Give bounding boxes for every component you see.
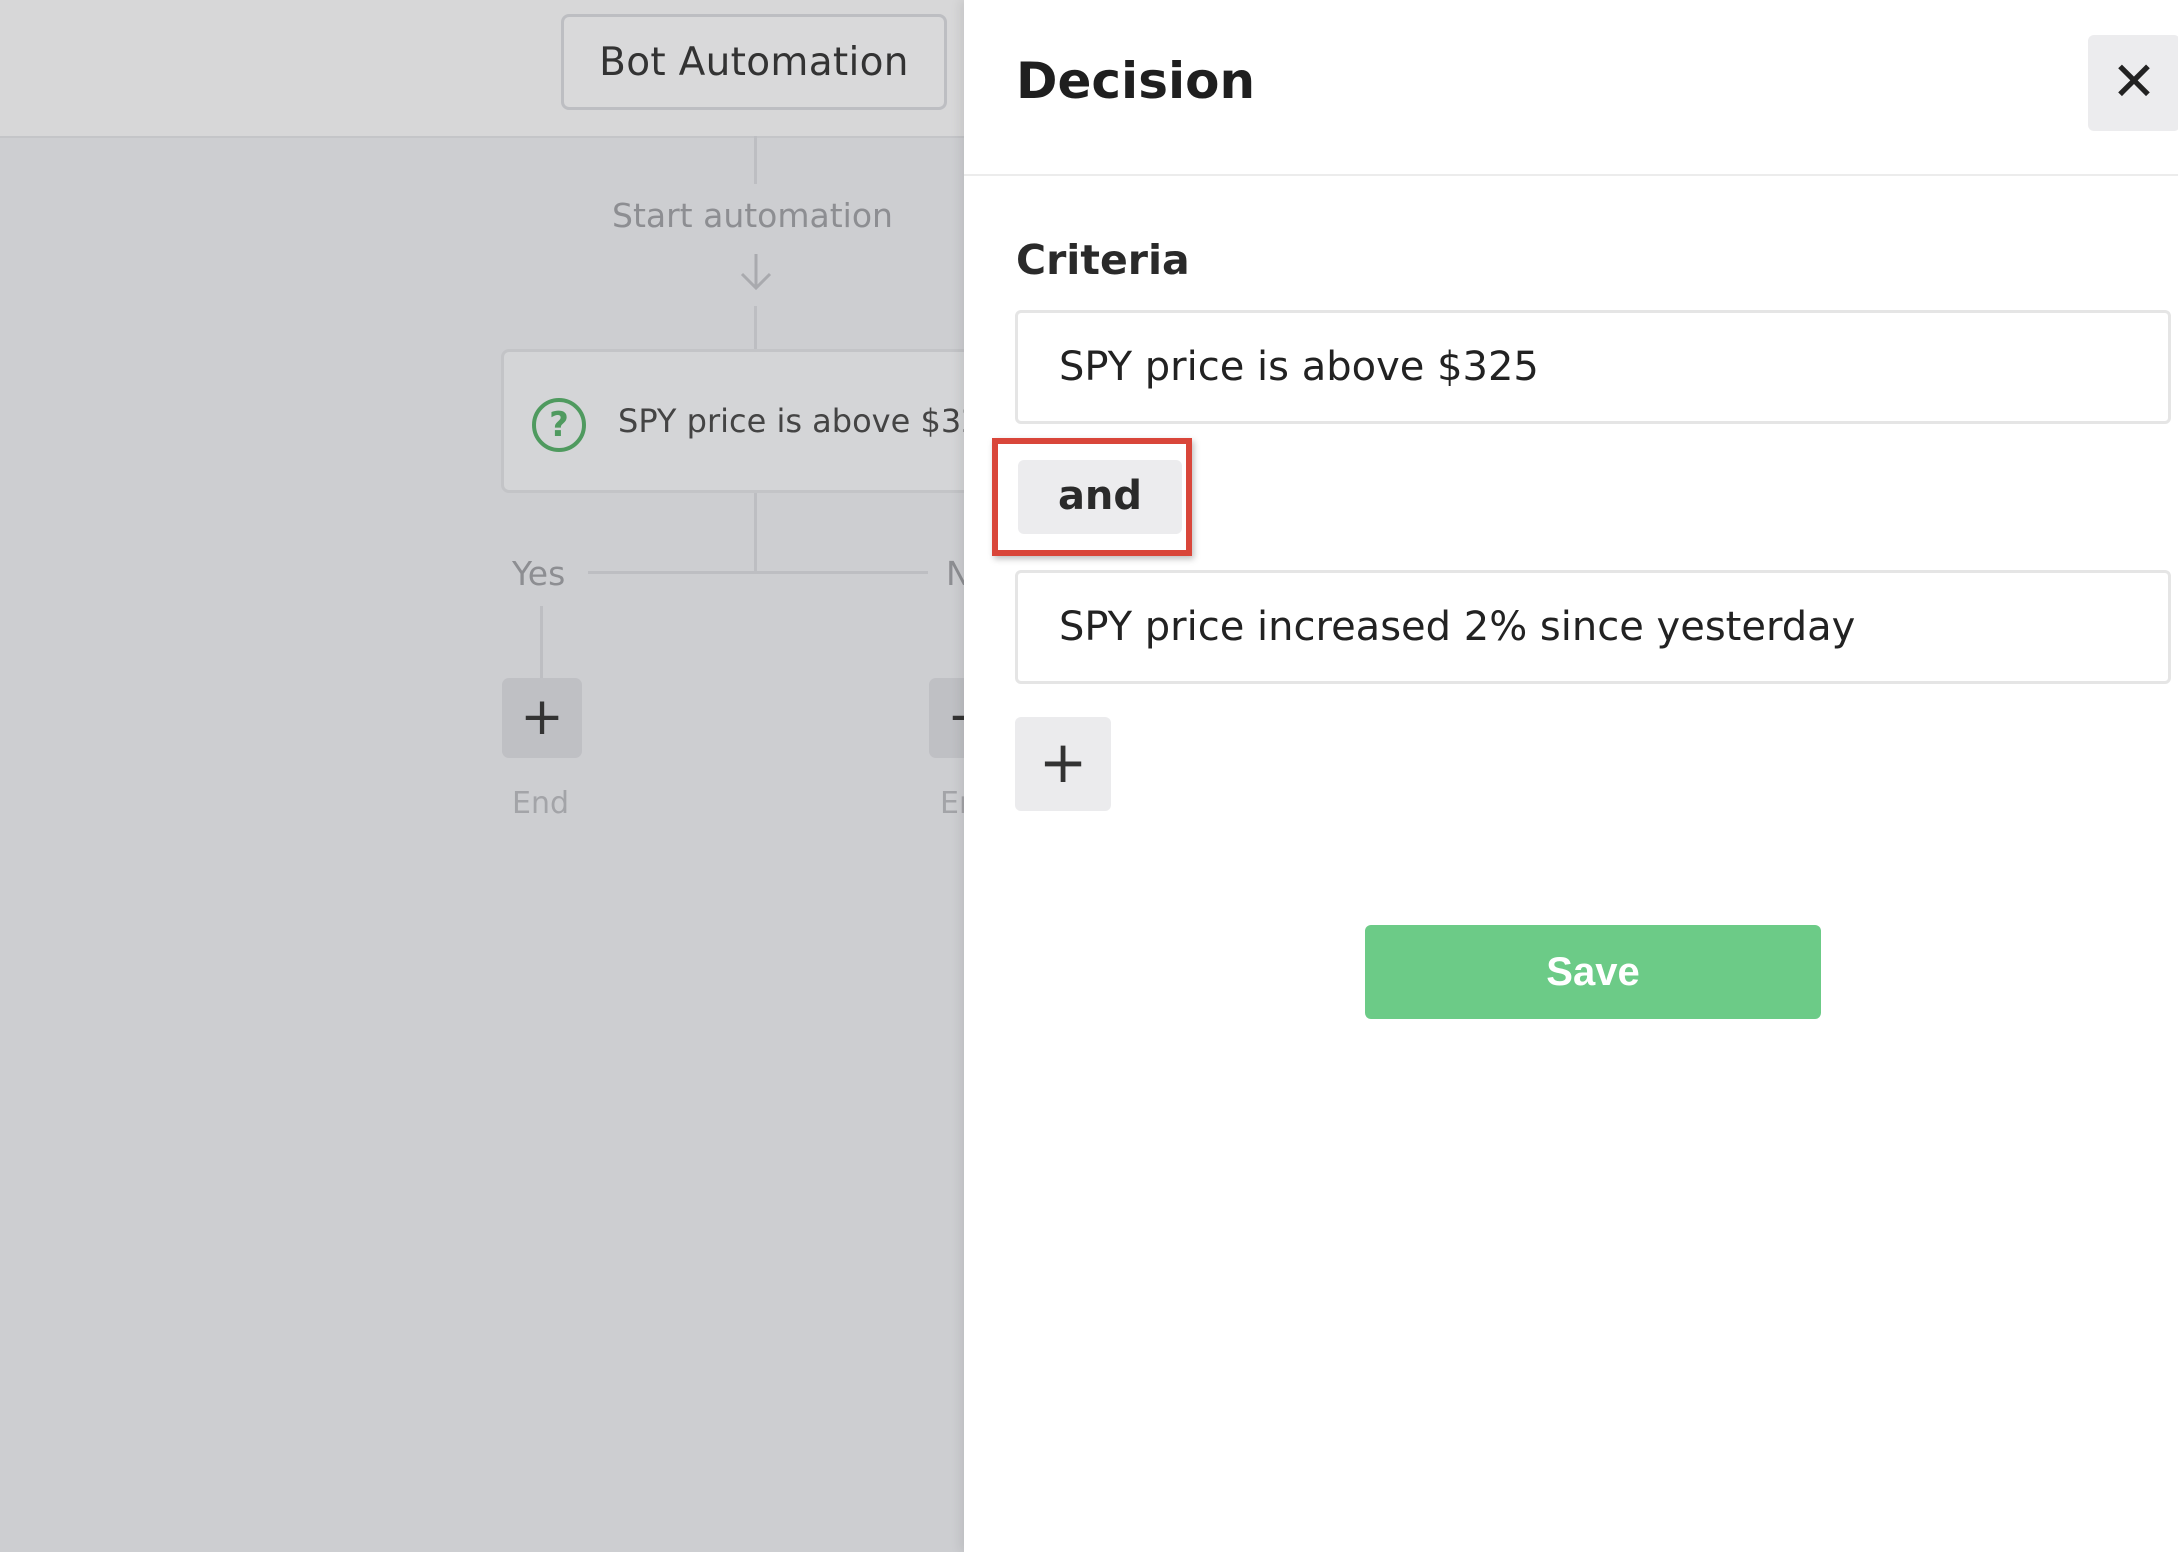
question-icon: ? — [532, 398, 586, 452]
yes-branch-label: Yes — [512, 554, 566, 593]
branch-line — [588, 571, 928, 574]
bot-automation-title[interactable]: Bot Automation — [561, 14, 947, 110]
criteria-field-2[interactable]: SPY price increased 2% since yesterday — [1015, 570, 2171, 684]
connector-line — [754, 136, 757, 184]
arrow-down-icon — [740, 254, 772, 291]
panel-title: Decision — [1016, 52, 1256, 110]
connector-line — [754, 306, 757, 350]
start-automation-label: Start automation — [612, 196, 893, 235]
close-icon: ✕ — [2111, 50, 2157, 113]
connector-line — [754, 493, 757, 573]
criteria-label: Criteria — [1016, 236, 1190, 284]
criteria-field-1[interactable]: SPY price is above $325 — [1015, 310, 2171, 424]
operator-highlight: and — [992, 438, 1192, 556]
connector-line — [540, 606, 543, 678]
decision-panel: Decision ✕ Criteria SPY price is above $… — [964, 0, 2178, 1552]
decision-node-text: SPY price is above $325 — [618, 402, 1002, 440]
close-button[interactable]: ✕ — [2088, 35, 2178, 131]
add-step-yes-button[interactable]: + — [502, 678, 582, 758]
add-criteria-button[interactable]: + — [1015, 717, 1111, 811]
save-button[interactable]: Save — [1365, 925, 1821, 1019]
panel-header: Decision ✕ — [964, 0, 2178, 176]
automation-canvas: Bot Automation Start automation ? SPY pr… — [0, 0, 1009, 1552]
plus-icon: + — [1038, 728, 1088, 796]
decision-node[interactable]: ? SPY price is above $325 — [501, 349, 1002, 493]
and-operator-button[interactable]: and — [1018, 460, 1182, 534]
end-label-yes: End — [512, 786, 570, 821]
